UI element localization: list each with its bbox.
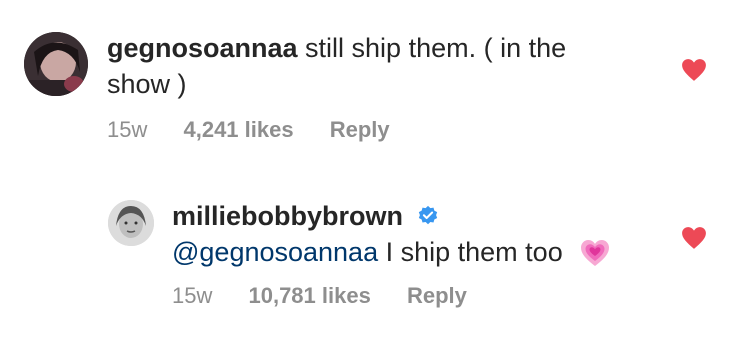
heart-icon[interactable]: [681, 226, 707, 250]
comment-likes[interactable]: 4,241 likes: [183, 117, 293, 142]
comment-username[interactable]: milliebobbybrown: [172, 201, 403, 231]
comment-meta: 15w 10,781 likes Reply: [172, 283, 497, 309]
heart-icon[interactable]: [681, 58, 707, 82]
reply-button[interactable]: Reply: [407, 283, 467, 308]
comment-likes[interactable]: 10,781 likes: [248, 283, 370, 308]
comment-time: 15w: [107, 117, 148, 142]
comment-meta: 15w 4,241 likes Reply: [107, 117, 420, 143]
comment: gegnosoannaa still ship them. ( in the s…: [0, 0, 750, 160]
avatar[interactable]: [24, 32, 88, 96]
profile-photo-icon: [24, 32, 88, 96]
growing-heart-emoji-icon: [581, 240, 610, 266]
profile-photo-icon: [108, 200, 154, 246]
verified-badge-icon: [418, 205, 437, 225]
comment-text: gegnosoannaa still ship them. ( in the s…: [107, 30, 627, 102]
reply-button[interactable]: Reply: [330, 117, 390, 142]
reply-comment: milliebobbybrown @gegnosoannaa I ship th…: [0, 180, 750, 340]
comment-body: I ship them too: [385, 237, 563, 267]
avatar[interactable]: [108, 200, 154, 246]
comment-text: milliebobbybrown @gegnosoannaa I ship th…: [172, 198, 652, 270]
comment-time: 15w: [172, 283, 213, 308]
comment-username[interactable]: gegnosoannaa: [107, 33, 298, 63]
mention-link[interactable]: @gegnosoannaa: [172, 237, 378, 267]
